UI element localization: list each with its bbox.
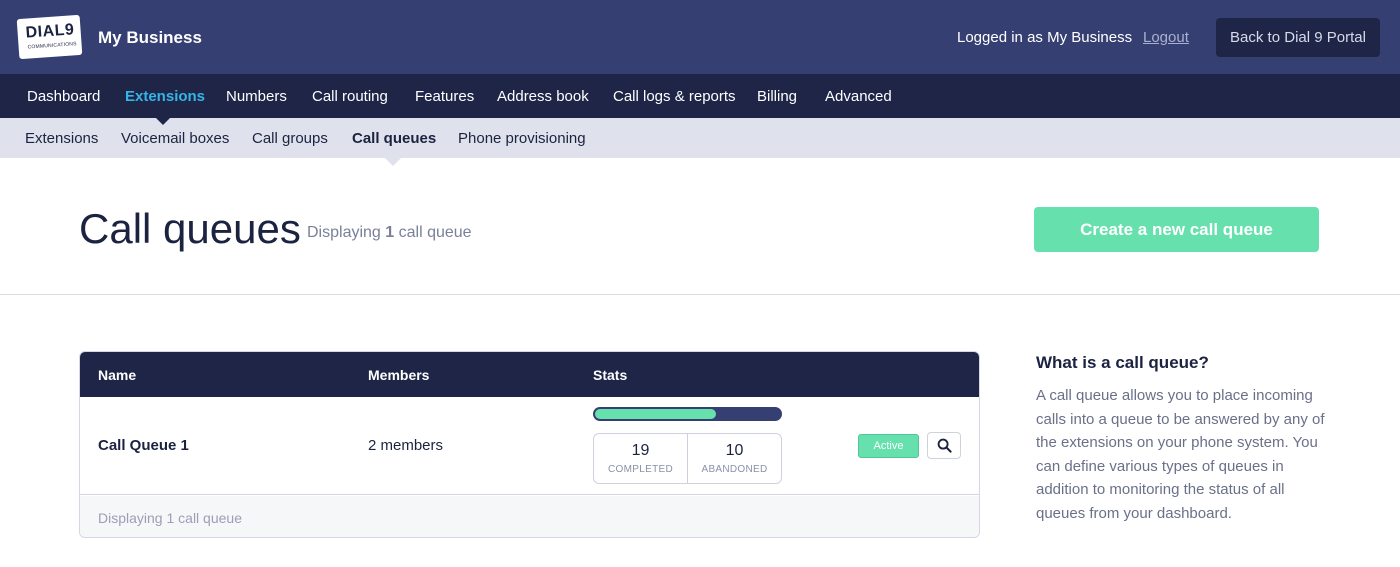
stat-completed-label: COMPLETED xyxy=(608,464,673,475)
nav-item-call-routing[interactable]: Call routing xyxy=(312,88,388,105)
view-queue-button[interactable] xyxy=(927,432,961,459)
column-header-name: Name xyxy=(98,367,137,383)
count-prefix: Displaying xyxy=(307,224,381,241)
create-call-queue-button[interactable]: Create a new call queue xyxy=(1034,207,1319,252)
column-header-stats: Stats xyxy=(593,367,628,383)
active-nav-indicator xyxy=(155,117,171,125)
main-nav: Dashboard Extensions Numbers Call routin… xyxy=(0,74,1400,118)
count-number: 1 xyxy=(385,224,395,241)
header-divider xyxy=(0,294,1400,295)
queue-members: 2 members xyxy=(368,437,444,454)
subnav-item-call-groups[interactable]: Call groups xyxy=(252,130,328,147)
stat-abandoned: 10 ABANDONED xyxy=(687,434,781,483)
subnav-item-voicemail-boxes[interactable]: Voicemail boxes xyxy=(121,130,229,147)
info-title: What is a call queue? xyxy=(1036,353,1209,372)
column-header-members: Members xyxy=(368,367,430,383)
top-header: DIAL9 COMMUNICATIONS My Business Logged … xyxy=(0,0,1400,74)
subnav-item-extensions[interactable]: Extensions xyxy=(25,130,98,147)
logo-text: DIAL9 xyxy=(25,21,75,42)
nav-item-features[interactable]: Features xyxy=(415,88,474,105)
status-badge: Active xyxy=(858,434,919,458)
subnav-item-phone-provisioning[interactable]: Phone provisioning xyxy=(458,130,586,147)
active-subnav-indicator xyxy=(385,158,401,166)
table-footer-text: Displaying 1 call queue xyxy=(98,510,242,526)
table-row[interactable]: Call Queue 1 2 members 19 COMPLETED 10 A… xyxy=(80,397,979,495)
dial9-logo[interactable]: DIAL9 COMMUNICATIONS xyxy=(16,14,83,60)
count-suffix: call queue xyxy=(398,224,472,241)
nav-item-address-book[interactable]: Address book xyxy=(497,88,589,105)
stats-box: 19 COMPLETED 10 ABANDONED xyxy=(593,433,782,484)
nav-item-call-logs[interactable]: Call logs & reports xyxy=(613,88,736,105)
stat-abandoned-label: ABANDONED xyxy=(701,464,768,475)
nav-item-dashboard[interactable]: Dashboard xyxy=(27,88,100,105)
search-icon xyxy=(937,438,952,453)
logo-subtext: COMMUNICATIONS xyxy=(27,41,77,51)
business-name: My Business xyxy=(98,28,202,47)
call-queues-table: Name Members Stats Call Queue 1 2 member… xyxy=(79,351,980,538)
queue-name[interactable]: Call Queue 1 xyxy=(98,437,189,454)
page-title: Call queues xyxy=(79,205,301,252)
page-count: Displaying 1 call queue xyxy=(307,224,472,242)
logged-in-text: Logged in as My Business xyxy=(957,29,1133,46)
info-text: A call queue allows you to place incomin… xyxy=(1036,387,1325,522)
nav-item-advanced[interactable]: Advanced xyxy=(825,88,892,105)
stat-abandoned-value: 10 xyxy=(725,442,744,459)
nav-item-numbers[interactable]: Numbers xyxy=(226,88,287,105)
table-header: Name Members Stats xyxy=(80,352,979,397)
stat-completed-value: 19 xyxy=(631,442,650,459)
stat-completed: 19 COMPLETED xyxy=(594,434,687,483)
table-footer: Displaying 1 call queue xyxy=(80,496,979,537)
nav-item-billing[interactable]: Billing xyxy=(757,88,797,105)
nav-item-extensions[interactable]: Extensions xyxy=(125,88,205,105)
sub-nav: Extensions Voicemail boxes Call groups C… xyxy=(0,118,1400,158)
logout-link[interactable]: Logout xyxy=(1143,29,1189,46)
back-to-portal-button[interactable]: Back to Dial 9 Portal xyxy=(1216,18,1380,57)
stats-progress-fill xyxy=(595,409,716,419)
subnav-item-call-queues[interactable]: Call queues xyxy=(352,130,436,147)
stats-progress-bar xyxy=(593,407,782,421)
